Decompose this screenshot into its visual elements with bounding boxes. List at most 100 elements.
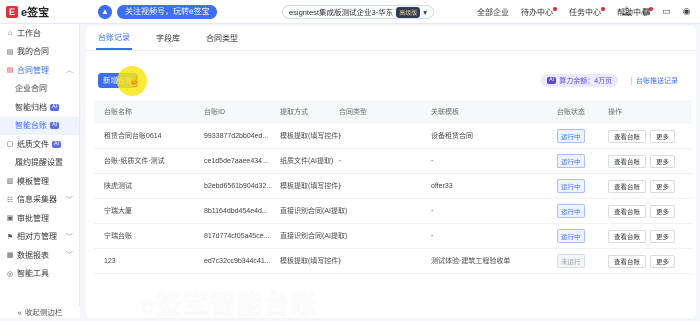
linked-template: - — [431, 157, 434, 165]
sidebar-item-workbench[interactable]: ⌂ 工作台 — [0, 24, 79, 43]
bell-icon[interactable]: 🔔︎ — [621, 6, 632, 17]
view-ledger-button[interactable]: 查看台账 — [608, 179, 646, 193]
ledger-name: 宁瑞台账 — [104, 233, 132, 240]
tenant-switcher[interactable]: esigntest集成版测试企业3-华东 高级版 ▾ — [282, 5, 434, 19]
view-ledger-button[interactable]: 查看台账 — [608, 254, 646, 268]
notification-dot — [553, 6, 557, 11]
column-header: 合同类型 — [339, 109, 367, 116]
user-icon[interactable]: ◉ — [681, 6, 692, 17]
view-ledger-button[interactable]: 查看台账 — [608, 129, 646, 143]
approve-icon: ▣ — [6, 215, 14, 223]
column-header: 操作 — [608, 109, 622, 116]
main-panel: 台账记录 字段库 合同类型 新增台账 ☝ AI 算力余额：4万页 台账推送记录 … — [86, 26, 696, 319]
doc-icon: ▤ — [6, 48, 14, 56]
contract-type: - — [339, 207, 342, 215]
tab-field-library[interactable]: 字段库 — [154, 26, 182, 50]
doc-red-icon: ▤ — [6, 67, 14, 75]
top-icons: 🔔︎ ▦ ▭ ◉ — [621, 6, 692, 17]
home-icon: ⌂ — [7, 29, 13, 37]
sidebar-item-contract-management[interactable]: ▤ 合同管理 ︿ — [0, 61, 79, 80]
ledger-id: b2ebd6561b904d32... — [204, 182, 273, 190]
table-row[interactable]: 宁瑞台账 817d774cf05a45ce... 直接识别合同(AI提取) - - 运行中… — [94, 224, 692, 249]
actions-cell: 查看台账 更多 — [608, 129, 692, 143]
sidebar-item-data-reports[interactable]: ▦ 数据报表 ﹀ — [0, 246, 79, 265]
ledger-name: 123 — [104, 257, 116, 265]
tab-bar: 台账记录 字段库 合同类型 — [96, 26, 240, 50]
contract-type: - — [339, 157, 342, 165]
contract-type: - — [339, 257, 342, 265]
linked-template: 设备租赁合同 — [431, 133, 473, 140]
sidebar-item-paper-files[interactable]: ▢ 纸质文件 AI — [0, 135, 79, 154]
view-ledger-button[interactable]: 查看台账 — [608, 154, 646, 168]
more-button[interactable]: 更多 — [650, 204, 675, 218]
notification-dot — [601, 6, 605, 11]
grid-icon[interactable]: ▦ — [641, 6, 652, 17]
sidebar-item-my-contracts[interactable]: ▤ 我的合同 — [0, 43, 79, 62]
sidebar-item-smart-archive[interactable]: 智能归档 AI — [0, 98, 79, 117]
table-row[interactable]: 租赁合同台账0614 9933877d2bb04ed... 模板提取(填写控件) - 设… — [94, 124, 692, 149]
monitor-icon[interactable]: ▭ — [661, 6, 672, 17]
ledger-id: 9933877d2bb04ed... — [204, 132, 269, 140]
sidebar-item-approval-management[interactable]: ▣ 审批管理 — [0, 209, 79, 228]
actions-cell: 查看台账 更多 — [608, 254, 692, 268]
more-button[interactable]: 更多 — [650, 129, 675, 143]
status-cell: 运行中 — [557, 204, 597, 218]
actions-cell: 查看台账 更多 — [608, 229, 692, 243]
more-button[interactable]: 更多 — [650, 229, 675, 243]
quota-badge: AI 算力余额：4万页 — [541, 74, 619, 87]
chevron-down-icon: ﹀ — [66, 196, 73, 204]
more-button[interactable]: 更多 — [650, 254, 675, 268]
table-row[interactable]: 台账-纸质文件-测试 ce1d5de7aaee434... 纸质文件(AI提取) - -… — [94, 149, 692, 174]
vip-badge: 高级版 — [396, 6, 421, 18]
sidebar-item-template-management[interactable]: ▥ 模板管理 — [0, 172, 79, 191]
sidebar-item-counterparty-management[interactable]: ⚑ 相对方管理 ﹀ — [0, 228, 79, 247]
ai-badge: AI — [52, 140, 62, 148]
sidebar-item-enterprise-contracts[interactable]: 企业合同 — [0, 80, 79, 99]
status-badge: 未运行 — [557, 254, 585, 268]
table-header: 台账名称 台账ID 提取方式 合同类型 关联模板 台账状态 操作 — [94, 100, 692, 124]
table-row[interactable]: 陕虎测试 b2ebd6561b904d32... 模板提取(填写控件) - offer3… — [94, 174, 692, 199]
status-cell: 运行中 — [557, 129, 597, 143]
ledger-id: 817d774cf05a45ce... — [204, 232, 270, 240]
ai-badge: AI — [547, 77, 557, 84]
tab-contract-types[interactable]: 合同类型 — [204, 26, 240, 50]
collapse-sidebar-button[interactable]: «收起侧边栏 — [0, 306, 80, 318]
status-badge: 运行中 — [557, 229, 585, 243]
sidebar-item-smart-ledger[interactable]: 智能台账 AI — [0, 116, 79, 135]
status-cell: 未运行 — [557, 254, 597, 268]
nav-tasks[interactable]: 任务中心 — [569, 6, 605, 18]
promo-banner[interactable]: 关注视频号，玩转e签宝 — [117, 4, 218, 19]
logo[interactable]: E e签宝 — [0, 0, 80, 24]
tab-ledger-records[interactable]: 台账记录 — [96, 26, 132, 50]
view-ledger-button[interactable]: 查看台账 — [608, 204, 646, 218]
sidebar-item-smart-tools[interactable]: ◎ 智能工具 — [0, 265, 79, 284]
linked-template: 测试体验-建筑工程验收单 — [431, 258, 511, 265]
table-row[interactable]: 123 ed7c32cc9b344c41... 模板提取(填写控件) - 测试体验-建筑… — [94, 249, 692, 274]
status-badge: 运行中 — [557, 179, 585, 193]
sidebar: ⌂ 工作台 ▤ 我的合同 ▤ 合同管理 ︿ 企业合同 智能归档 AI 智能台账 AI ▢ 纸质… — [0, 24, 80, 318]
nav-all-enterprises[interactable]: 全部企业 — [477, 7, 509, 18]
actions-cell: 查看台账 更多 — [608, 154, 692, 168]
table-row[interactable]: 宁瑞大厦 8b1164dbd454e4d... 直接识别合同(AI提取) - - 运行中查… — [94, 199, 692, 224]
status-cell: 运行中 — [557, 229, 597, 243]
actions-cell: 查看台账 更多 — [608, 204, 692, 218]
party-icon: ⚑ — [6, 233, 14, 241]
ledger-id: 8b1164dbd454e4d... — [204, 207, 268, 215]
more-button[interactable]: 更多 — [650, 179, 675, 193]
nav-todo[interactable]: 待办中心 — [521, 6, 557, 18]
logo-text: e签宝 — [21, 6, 50, 19]
sidebar-item-info-collector[interactable]: ☷ 信息采集器 ﹀ — [0, 191, 79, 210]
template-icon: ▥ — [6, 178, 14, 186]
actions-cell: 查看台账 更多 — [608, 179, 692, 193]
tenant-name: esigntest集成版测试企业3-华东 — [289, 7, 394, 17]
sidebar-item-performance-reminder[interactable]: 履约提醒设置 — [0, 154, 79, 173]
push-records-link[interactable]: 台账推送记录 — [636, 76, 678, 86]
quota-text: 算力余额：4万页 — [559, 77, 613, 85]
column-header: 台账ID — [204, 109, 225, 116]
contract-type: - — [339, 182, 342, 190]
ledger-name: 陕虎测试 — [104, 183, 132, 190]
push-records-link-group: 台账推送记录 — [631, 74, 678, 87]
contract-type: - — [339, 232, 342, 240]
more-button[interactable]: 更多 — [650, 154, 675, 168]
view-ledger-button[interactable]: 查看台账 — [608, 229, 646, 243]
